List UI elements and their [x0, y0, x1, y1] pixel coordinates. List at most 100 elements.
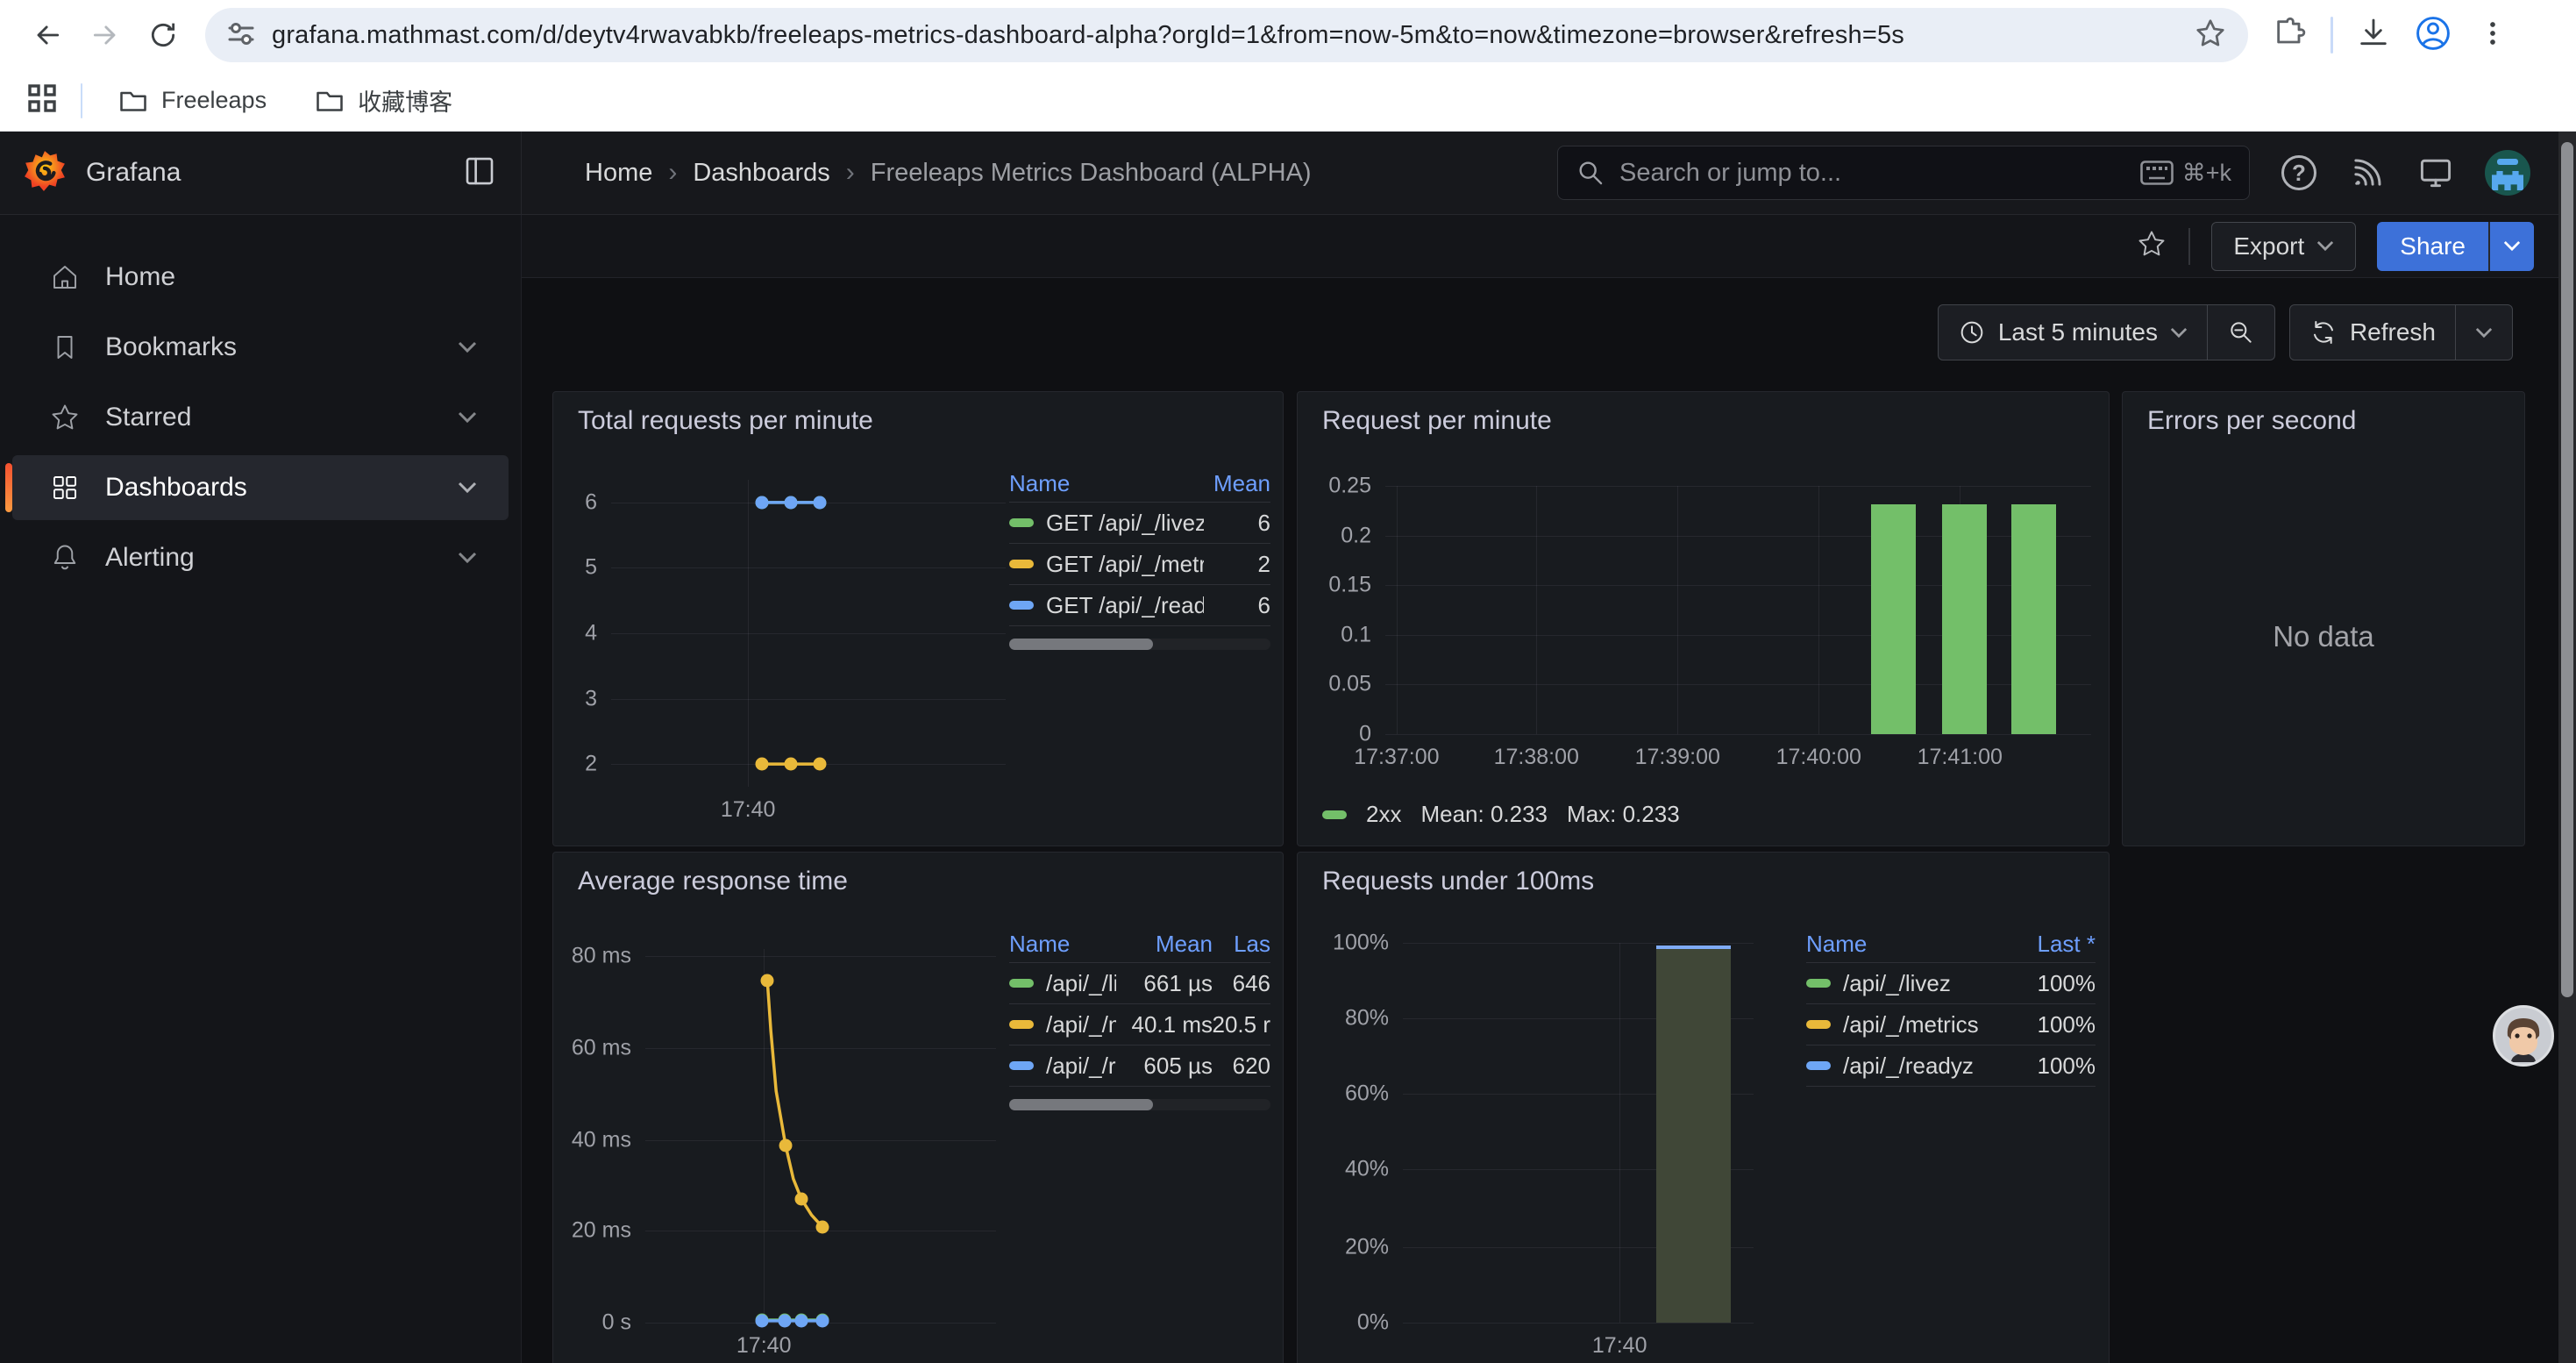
- refresh-interval-dropdown[interactable]: [2456, 304, 2513, 360]
- bookmark-label: Freeleaps: [161, 87, 267, 114]
- address-bar[interactable]: grafana.mathmast.com/d/deytv4rwavabkb/fr…: [205, 8, 2248, 62]
- share-button[interactable]: Share: [2377, 222, 2534, 271]
- chevron-down-icon: [2503, 240, 2521, 252]
- home-icon: [49, 261, 81, 293]
- sidebar-item-home[interactable]: Home: [12, 245, 509, 310]
- gridline-horizontal: [1385, 734, 2091, 735]
- legend-row[interactable]: /api/_/livez100%: [1806, 963, 2096, 1004]
- reload-button[interactable]: [139, 11, 188, 60]
- y-axis-tick-label: 5: [585, 555, 597, 581]
- chevron-down-icon[interactable]: [458, 552, 477, 564]
- back-button[interactable]: [23, 11, 72, 60]
- legend-row[interactable]: /api/_/metrics40.1 ms20.5 r: [1009, 1004, 1270, 1045]
- legend-row[interactable]: /api/_/livez661 µs646: [1009, 963, 1270, 1004]
- legend-cell: 661 µs: [1116, 970, 1213, 997]
- bookmark-label: 收藏博客: [358, 83, 452, 118]
- time-range-group: Last 5 minutes: [1938, 304, 2275, 360]
- legend-header-cell: Mean: [1204, 470, 1270, 497]
- grafana-brand-text: Grafana: [86, 158, 181, 188]
- panel-title[interactable]: Requests under 100ms: [1322, 867, 1594, 896]
- bookmark-folder-freeleaps[interactable]: Freeleaps: [105, 78, 279, 124]
- breadcrumb-home[interactable]: Home: [585, 159, 652, 188]
- data-point: [795, 1192, 808, 1205]
- breadcrumb-dashboards[interactable]: Dashboards: [693, 159, 829, 188]
- bookmark-star-icon[interactable]: [2194, 17, 2227, 54]
- browser-menu-icon[interactable]: [2475, 16, 2510, 55]
- legend-row[interactable]: GET /api/_/readyz6: [1009, 585, 1270, 626]
- panel-title[interactable]: Request per minute: [1322, 406, 1552, 436]
- dock-menu-icon[interactable]: [461, 153, 498, 194]
- chevron-down-icon[interactable]: [458, 482, 477, 494]
- legend-cell: 6: [1204, 592, 1270, 619]
- refresh-button[interactable]: Refresh: [2289, 304, 2456, 360]
- share-dropdown-button[interactable]: [2488, 222, 2534, 271]
- user-avatar[interactable]: [2485, 150, 2530, 196]
- legend-row[interactable]: /api/_/readyz100%: [1806, 1045, 2096, 1087]
- profile-icon[interactable]: [2414, 14, 2452, 57]
- legend-row[interactable]: /api/_/metrics100%: [1806, 1004, 2096, 1045]
- export-button[interactable]: Export: [2211, 222, 2356, 271]
- scrollbar-thumb[interactable]: [2561, 142, 2573, 997]
- floating-assistant-avatar[interactable]: [2493, 1005, 2554, 1067]
- legend-row[interactable]: GET /api/_/livez6: [1009, 503, 1270, 544]
- search-placeholder: Search or jump to...: [1619, 159, 2126, 188]
- legend-cell: /api/_/metrics: [1806, 1011, 1990, 1038]
- data-point: [755, 496, 768, 509]
- legend-cell: 605 µs: [1116, 1053, 1213, 1080]
- gridline-horizontal: [1403, 1323, 1754, 1324]
- sidebar-item-starred[interactable]: Starred: [12, 385, 509, 450]
- help-icon[interactable]: ?: [2280, 153, 2318, 192]
- legend-cell: 40.1 ms: [1116, 1011, 1213, 1038]
- kiosk-monitor-icon[interactable]: [2416, 153, 2455, 192]
- y-axis-tick-label: 0.1: [1341, 622, 1371, 647]
- time-controls-row: Last 5 minutes Refresh: [522, 278, 2576, 383]
- panel-title[interactable]: Total requests per minute: [578, 406, 873, 436]
- legend-cell: 20.5 r: [1213, 1011, 1270, 1038]
- sidebar-item-bookmarks[interactable]: Bookmarks: [12, 315, 509, 380]
- legend-cell: 620: [1213, 1053, 1270, 1080]
- legend-header-cell: Mean: [1116, 931, 1213, 958]
- zoom-out-time-button[interactable]: [2208, 304, 2275, 360]
- favorite-star-icon[interactable]: [2136, 228, 2167, 264]
- grafana-logo[interactable]: [23, 149, 67, 197]
- legend-scrollbar[interactable]: [1009, 1099, 1270, 1110]
- bookmark-icon: [49, 332, 81, 363]
- y-axis-tick-label: 0.25: [1328, 474, 1371, 499]
- panel-average-response-time: Average response time 80 ms60 ms40 ms20 …: [552, 852, 1284, 1363]
- downloads-icon[interactable]: [2356, 16, 2391, 55]
- sidebar-item-dashboards[interactable]: Dashboards: [12, 455, 509, 520]
- y-axis-tick-label: 0.2: [1341, 523, 1371, 548]
- legend-row[interactable]: /api/_/readyz605 µs620: [1009, 1045, 1270, 1087]
- site-info-icon[interactable]: [226, 18, 256, 53]
- bookmarks-divider: [81, 83, 82, 118]
- panel-title[interactable]: Average response time: [578, 867, 848, 896]
- sidebar-item-alerting[interactable]: Alerting: [12, 525, 509, 590]
- legend-scrollbar-thumb[interactable]: [1009, 639, 1153, 650]
- legend-scrollbar[interactable]: [1009, 639, 1270, 650]
- forward-button[interactable]: [81, 11, 130, 60]
- extensions-icon[interactable]: [2273, 16, 2308, 55]
- page-scrollbar[interactable]: [2558, 132, 2576, 1363]
- legend-row[interactable]: GET /api/_/metrics2: [1009, 544, 1270, 585]
- legend-swatch: [1009, 1020, 1034, 1029]
- legend-scrollbar-thumb[interactable]: [1009, 1099, 1153, 1110]
- star-icon: [49, 402, 81, 433]
- chevron-down-icon[interactable]: [458, 341, 477, 353]
- legend-inline[interactable]: 2xx Mean: 0.233 Max: 0.233: [1322, 801, 1680, 828]
- share-button-label[interactable]: Share: [2377, 222, 2488, 271]
- url-text[interactable]: grafana.mathmast.com/d/deytv4rwavabkb/fr…: [272, 21, 2178, 50]
- bookmarks-bar: Freeleaps 收藏博客: [0, 70, 2576, 132]
- folder-icon: [117, 85, 149, 117]
- news-rss-icon[interactable]: [2348, 153, 2387, 192]
- y-axis-tick-label: 0%: [1357, 1310, 1389, 1336]
- data-point: [816, 1314, 829, 1327]
- time-range-picker[interactable]: Last 5 minutes: [1938, 304, 2208, 360]
- chevron-down-icon[interactable]: [458, 411, 477, 424]
- search-input[interactable]: Search or jump to... ⌘+k: [1557, 146, 2250, 200]
- grafana-app: Grafana Home › Dashboards › Freeleaps Me…: [0, 132, 2576, 1363]
- panel-title[interactable]: Errors per second: [2147, 406, 2356, 436]
- breadcrumb-current: Freeleaps Metrics Dashboard (ALPHA): [871, 159, 1312, 188]
- dashboards-icon: [49, 472, 81, 503]
- bookmark-folder-blogs[interactable]: 收藏博客: [302, 76, 465, 125]
- apps-grid-icon[interactable]: [26, 82, 58, 118]
